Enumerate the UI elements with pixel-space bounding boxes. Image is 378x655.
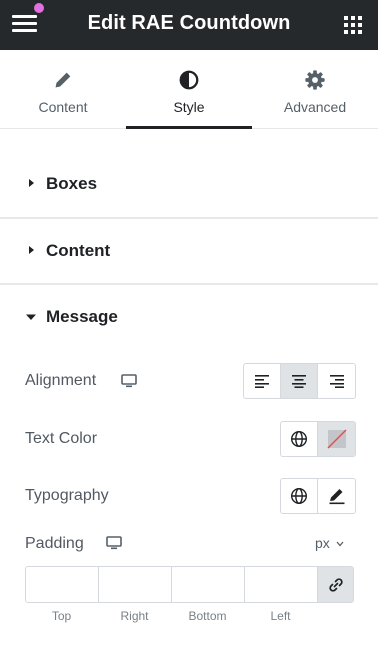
- align-right-icon: [329, 375, 344, 388]
- padding-right-input[interactable]: [99, 567, 172, 602]
- section-boxes[interactable]: Boxes: [0, 151, 378, 217]
- section-boxes-title: Boxes: [46, 174, 98, 193]
- globe-icon: [290, 430, 308, 448]
- desktop-icon[interactable]: [121, 374, 137, 388]
- desktop-icon[interactable]: [106, 536, 122, 550]
- padding-unit-select[interactable]: px: [315, 535, 344, 551]
- padding-left-label: Left: [270, 609, 291, 623]
- pencil-icon: [55, 72, 71, 88]
- caret-down-icon: [26, 314, 36, 320]
- global-typography-button[interactable]: [281, 479, 318, 513]
- tab-content[interactable]: Content: [0, 50, 126, 128]
- align-left-button[interactable]: [244, 364, 281, 398]
- editor-header: Edit RAE Countdown: [0, 0, 378, 50]
- text-color-label: Text Color: [25, 430, 98, 447]
- typography-label: Typography: [25, 487, 109, 504]
- panel-title: Edit RAE Countdown: [87, 12, 291, 34]
- alignment-control: [243, 363, 356, 399]
- tab-style-label: Style: [173, 99, 205, 115]
- link-icon: [328, 577, 343, 592]
- globe-icon: [290, 487, 308, 505]
- section-content[interactable]: Content: [0, 218, 378, 284]
- tab-advanced[interactable]: Advanced: [252, 50, 378, 128]
- text-color-control: [280, 421, 356, 457]
- caret-right-icon: [29, 179, 34, 187]
- padding-top-input[interactable]: [26, 567, 99, 602]
- link-values-button[interactable]: [318, 567, 353, 602]
- gear-icon: [305, 70, 325, 90]
- global-colors-button[interactable]: [281, 422, 318, 456]
- panel-tabs: Content Style Advanced: [0, 50, 378, 129]
- half-circle-icon: [179, 70, 199, 90]
- tab-advanced-label: Advanced: [283, 99, 347, 115]
- padding-top-label: Top: [51, 609, 72, 623]
- caret-right-icon: [29, 246, 34, 254]
- hamburger-menu-icon[interactable]: [12, 13, 37, 33]
- chevron-down-icon: [336, 541, 344, 547]
- typography-control: [280, 478, 356, 514]
- section-message-title: Message: [46, 307, 118, 326]
- pencil-icon: [329, 489, 344, 505]
- section-content-title: Content: [46, 241, 111, 260]
- section-message[interactable]: Message: [0, 284, 378, 350]
- padding-unit-value: px: [315, 535, 330, 551]
- padding-dimensions: [25, 566, 354, 603]
- padding-field-labels: Top Right Bottom Left: [25, 609, 317, 623]
- padding-label: Padding: [25, 535, 84, 552]
- tab-style[interactable]: Style: [126, 50, 252, 129]
- notification-dot: [34, 3, 44, 13]
- padding-bottom-label: Bottom: [188, 609, 227, 623]
- align-center-icon: [292, 375, 306, 388]
- alignment-label: Alignment: [25, 372, 97, 389]
- edit-typography-button[interactable]: [318, 479, 355, 513]
- padding-right-label: Right: [120, 609, 149, 623]
- tab-content-label: Content: [38, 99, 88, 115]
- no-color-swatch-icon: [327, 429, 346, 449]
- align-center-button[interactable]: [281, 364, 318, 398]
- align-right-button[interactable]: [318, 364, 355, 398]
- padding-left-input[interactable]: [245, 567, 318, 602]
- align-left-icon: [255, 375, 269, 388]
- color-picker-button[interactable]: [318, 422, 355, 456]
- apps-grid-icon[interactable]: [344, 16, 362, 34]
- padding-bottom-input[interactable]: [172, 567, 245, 602]
